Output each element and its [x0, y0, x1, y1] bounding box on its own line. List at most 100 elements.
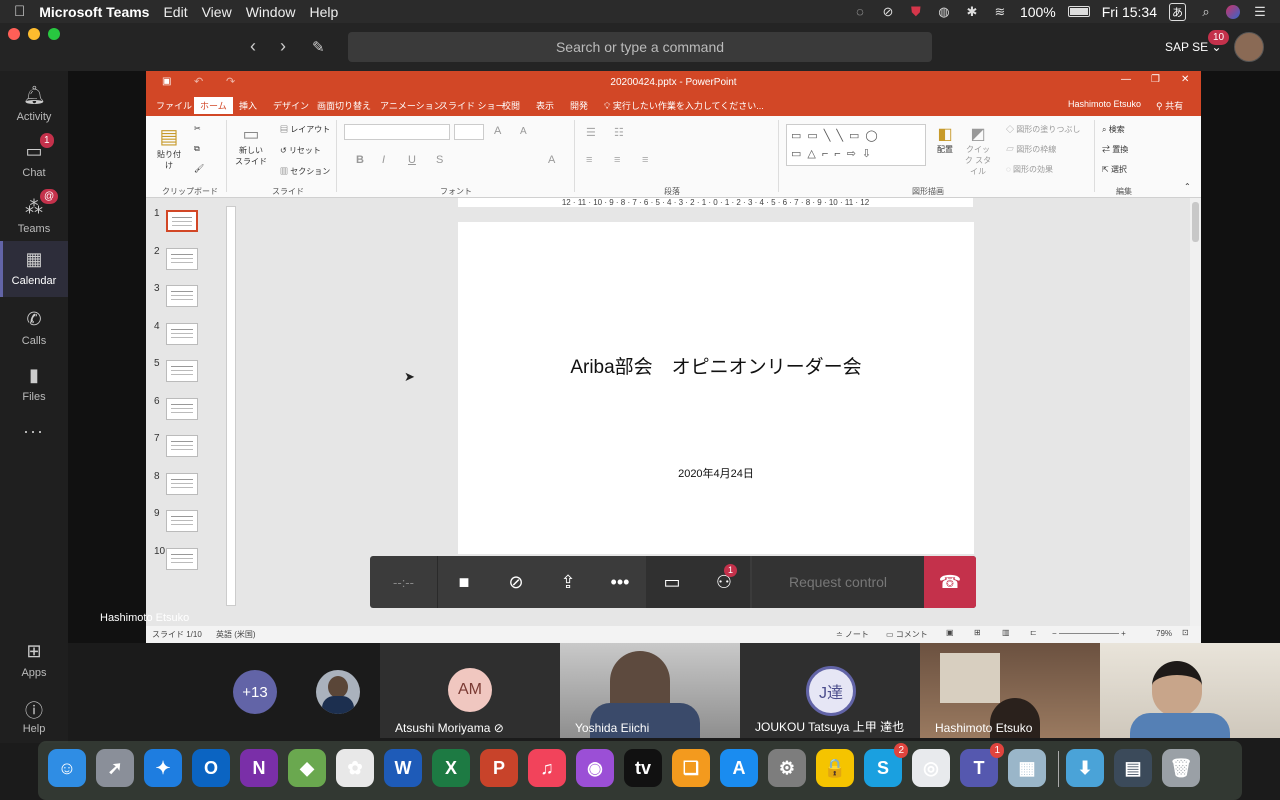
- ppt-tab-insert[interactable]: 挿入: [239, 99, 257, 112]
- select-button[interactable]: ⇱ 選択: [1102, 164, 1127, 175]
- slideshow-view-icon[interactable]: ⊏: [1030, 628, 1037, 637]
- back-icon[interactable]: ‹: [250, 36, 256, 57]
- ppt-tab-design[interactable]: デザイン: [273, 99, 309, 112]
- participant-tile[interactable]: AM Atsushi Moriyama ⊘: [380, 643, 560, 738]
- menu-view[interactable]: View: [202, 4, 232, 20]
- share-screen-button[interactable]: ⇪: [542, 556, 594, 608]
- dock-launchpad-icon[interactable]: ➚: [96, 749, 134, 787]
- dock-excel-icon[interactable]: X: [432, 749, 470, 787]
- zoom-slider[interactable]: − +: [1052, 629, 1126, 638]
- format-painter-icon[interactable]: 🖌︎: [194, 164, 204, 173]
- dock-preview-icon[interactable]: ▦: [1008, 749, 1046, 787]
- ppt-tab-transitions[interactable]: 画面切り替え: [317, 99, 371, 112]
- normal-view-icon[interactable]: ▣: [946, 628, 954, 637]
- dock-safari-icon[interactable]: ✦: [144, 749, 182, 787]
- rail-teams[interactable]: ⁂ Teams @: [0, 189, 68, 241]
- font-size-field[interactable]: [454, 124, 484, 140]
- dock-finder-icon[interactable]: ☺: [48, 749, 86, 787]
- rail-more[interactable]: ...: [0, 417, 68, 453]
- slide-date[interactable]: 2020年4月24日: [458, 465, 974, 481]
- request-control-button[interactable]: Request control: [752, 556, 924, 608]
- rail-apps[interactable]: ⊞ Apps: [0, 633, 68, 685]
- shape-effects-button[interactable]: ◌ 図形の効果: [1006, 164, 1053, 175]
- dock-tv-icon[interactable]: tv: [624, 749, 662, 787]
- rail-chat[interactable]: ▭ Chat 1: [0, 133, 68, 185]
- shrink-font-icon[interactable]: A: [520, 126, 527, 137]
- user-avatar[interactable]: [1234, 32, 1264, 62]
- bold-icon[interactable]: B: [356, 154, 364, 166]
- mic-button[interactable]: ⊘: [490, 556, 542, 608]
- slide-thumbnail[interactable]: [166, 210, 198, 232]
- battery-icon[interactable]: [1067, 6, 1090, 17]
- shape-fill-button[interactable]: ◇ 図形の塗りつぶし: [1006, 124, 1080, 135]
- camera-button[interactable]: ■: [438, 556, 490, 608]
- menu-edit[interactable]: Edit: [163, 4, 187, 20]
- share-button[interactable]: ⚲ 共有: [1156, 99, 1183, 112]
- arrange-button[interactable]: ◧ 配置: [932, 124, 958, 155]
- participant-tile[interactable]: Hashimoto Etsuko: [920, 643, 1100, 738]
- search-input[interactable]: Search or type a command: [348, 32, 932, 62]
- shield-icon[interactable]: ⛊: [908, 4, 924, 20]
- numbering-icon[interactable]: ☷: [614, 126, 624, 139]
- zoom-level[interactable]: 79%: [1156, 629, 1172, 638]
- apple-icon[interactable]: : [14, 3, 25, 20]
- align-right-icon[interactable]: ≡: [642, 154, 648, 166]
- align-center-icon[interactable]: ≡: [614, 154, 620, 166]
- vpn-icon[interactable]: ◍: [936, 4, 952, 20]
- notes-button[interactable]: ≐ ノート: [836, 629, 869, 640]
- sorter-view-icon[interactable]: ⊞: [974, 628, 981, 637]
- dock-system-preferences-icon[interactable]: ⚙: [768, 749, 806, 787]
- slide-thumbnail[interactable]: [166, 472, 198, 495]
- spyglass-icon[interactable]: ⊘: [880, 4, 896, 20]
- align-left-icon[interactable]: ≡: [586, 154, 592, 166]
- slide-thumbnail[interactable]: [166, 285, 198, 307]
- participant-tile[interactable]: J達 JOUKOU Tatsuya 上甲 達也: [740, 643, 920, 738]
- rail-help[interactable]: ⓘ Help: [0, 689, 68, 741]
- ppt-tab-slideshow[interactable]: スライド ショー: [439, 99, 505, 112]
- forward-icon[interactable]: ›: [280, 36, 286, 57]
- rail-files[interactable]: ▮ Files: [0, 357, 68, 409]
- window-minimize-button[interactable]: [28, 28, 40, 40]
- find-button[interactable]: ⌕ 検索: [1102, 124, 1125, 135]
- siri-icon[interactable]: [1226, 4, 1240, 19]
- dock-desktop-icon[interactable]: ▤: [1114, 749, 1152, 787]
- participant-tile[interactable]: Yoshida Eiichi: [560, 643, 740, 738]
- ppt-user-name[interactable]: Hashimoto Etsuko: [1068, 99, 1141, 109]
- slide-thumbnail[interactable]: [166, 547, 198, 570]
- new-chat-icon[interactable]: ✎: [312, 38, 325, 56]
- slide-thumbnail[interactable]: [166, 397, 198, 420]
- notification-center-icon[interactable]: ☰: [1252, 4, 1268, 20]
- more-actions-button[interactable]: •••: [594, 556, 646, 608]
- dock-word-icon[interactable]: W: [384, 749, 422, 787]
- dock-app-store-icon[interactable]: A: [720, 749, 758, 787]
- ppt-tab-developer[interactable]: 開発: [570, 99, 588, 112]
- dock-skype-icon[interactable]: S2: [864, 743, 908, 787]
- hangup-button[interactable]: ☎: [924, 556, 976, 608]
- ppt-tab-home[interactable]: ホーム: [194, 97, 233, 114]
- layout-button[interactable]: ▤ レイアウト: [280, 124, 330, 135]
- ppt-close-icon[interactable]: ✕: [1181, 74, 1189, 85]
- ppt-tab-view[interactable]: 表示: [536, 99, 554, 112]
- font-name-field[interactable]: [344, 124, 450, 140]
- scrollbar-thumb[interactable]: [1192, 202, 1199, 242]
- bluetooth-icon[interactable]: ✱: [964, 4, 980, 20]
- slide-thumbnail[interactable]: [166, 360, 198, 382]
- section-button[interactable]: ▥ セクション: [280, 166, 330, 177]
- ppt-minimize-icon[interactable]: —: [1121, 74, 1131, 85]
- menu-app-name[interactable]: Microsoft Teams: [39, 4, 149, 20]
- dock-keychain-icon[interactable]: 🔒: [816, 749, 854, 787]
- dock-books-icon[interactable]: ❑: [672, 749, 710, 787]
- window-zoom-button[interactable]: [48, 28, 60, 40]
- grow-font-icon[interactable]: A: [494, 125, 501, 137]
- dock-outlook-icon[interactable]: O: [192, 749, 230, 787]
- dock-maps-icon[interactable]: ◆: [288, 749, 326, 787]
- italic-icon[interactable]: I: [382, 154, 385, 166]
- replace-button[interactable]: ⇄ 置換: [1102, 144, 1128, 155]
- ppt-tab-animations[interactable]: アニメーション: [380, 99, 443, 112]
- dock-music-icon[interactable]: ♫: [528, 749, 566, 787]
- slide-title[interactable]: Ariba部会 オピニオンリーダー会: [458, 352, 974, 379]
- slide-canvas[interactable]: Ariba部会 オピニオンリーダー会 2020年4月24日: [458, 222, 974, 554]
- paste-button[interactable]: ▤ 貼り付け: [154, 124, 184, 171]
- fit-slide-icon[interactable]: ⊡: [1182, 628, 1189, 637]
- search-icon[interactable]: ⌕: [1198, 4, 1214, 20]
